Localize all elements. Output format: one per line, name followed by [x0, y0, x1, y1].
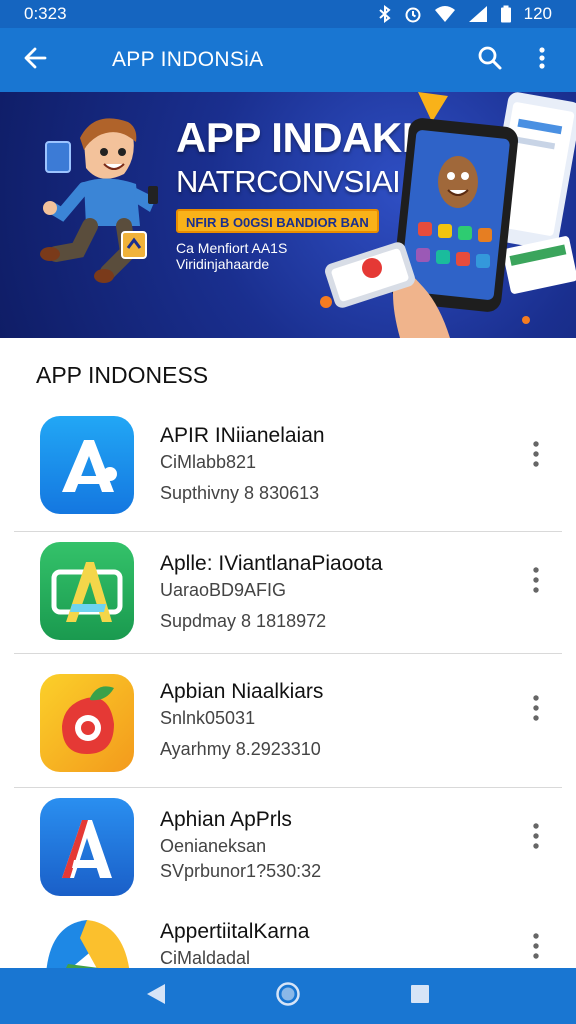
signal-icon: [468, 5, 488, 23]
app-menu-button[interactable]: [518, 816, 554, 860]
app-meta: Ayarhmy 8.2923310: [160, 739, 321, 759]
wifi-icon: [434, 5, 456, 23]
app-a-blue-icon: [40, 416, 134, 514]
more-vert-icon: [532, 566, 540, 599]
app-fruit-icon: [40, 674, 134, 772]
app-menu-button[interactable]: [518, 560, 554, 604]
status-time: 0:323: [24, 4, 67, 23]
app-developer: Oenianeksan: [160, 836, 267, 856]
app-developer: CiMlabb821: [160, 452, 257, 472]
battery-icon: [500, 5, 512, 23]
status-icons: 120: [378, 4, 552, 24]
app-menu-button[interactable]: [518, 688, 554, 732]
back-button[interactable]: [4, 28, 68, 92]
nav-recents-button[interactable]: [390, 968, 450, 1024]
phones-illustration-icon: [320, 92, 576, 338]
banner-caption-1: Ca Menfiort AA1S: [176, 240, 288, 256]
alarm-icon: [404, 5, 422, 23]
app-info: Apbian Niaalkiars Snlnk05031 Ayarhmy 8.2…: [160, 680, 323, 760]
app-info: APIR INiianelaian CiMlabb821 Supthivny 8…: [160, 424, 325, 504]
page-title: APP INDONSiA: [112, 48, 264, 71]
mascot-illustration-icon: [24, 102, 174, 297]
battery-text: 120: [523, 4, 552, 23]
app-menu-button[interactable]: [518, 434, 554, 478]
app-name: Aphian ApPrls: [160, 808, 292, 831]
promo-banner[interactable]: APP INDAKIA NATRCONVSIAI NFIR B O0GSI BA…: [0, 92, 576, 338]
more-vert-icon: [532, 932, 540, 965]
app-meta: SVprbunor1?530:32: [160, 861, 322, 881]
list-item[interactable]: Apbian Niaalkiars Snlnk05031 Ayarhmy 8.2…: [0, 654, 576, 782]
more-vert-icon: [532, 694, 540, 727]
search-button[interactable]: [464, 28, 516, 92]
more-vert-icon: [532, 822, 540, 855]
banner-caption-2: Viridinjahaarde: [176, 256, 270, 272]
app-bar: APP INDONSiA: [0, 28, 576, 92]
app-developer: Snlnk05031: [160, 708, 256, 728]
app-a-green-icon: [40, 542, 134, 640]
nav-back-icon: [145, 982, 167, 1011]
app-info: Aphian ApPrls Oenianeksan SVprbunor1?530…: [160, 808, 321, 882]
more-vert-icon: [538, 46, 546, 75]
app-drive-icon: [40, 914, 134, 968]
app-a-colorful-icon: [40, 798, 134, 896]
app-meta: Supdmay 8 1818972: [160, 611, 327, 631]
status-bar: 0:323 120: [0, 0, 576, 28]
bluetooth-icon: [378, 5, 392, 23]
app-info: Aplle: IViantlanaPiaoota UaraoBD9AFIG Su…: [160, 552, 383, 632]
arrow-back-icon: [23, 45, 49, 76]
nav-home-button[interactable]: [258, 968, 318, 1024]
nav-back-button[interactable]: [126, 968, 186, 1024]
app-name: APIR INiianelaian: [160, 424, 325, 447]
nav-home-icon: [275, 981, 301, 1012]
overflow-menu-button[interactable]: [516, 28, 568, 92]
app-name: Aplle: IViantlanaPiaoota: [160, 552, 383, 575]
system-nav-bar: [0, 968, 576, 1024]
app-name: Apbian Niaalkiars: [160, 680, 324, 703]
app-info: AppertiitalKarna CiMaldadal: [160, 920, 309, 968]
app-meta: Supthivny 8 830613: [160, 483, 320, 503]
list-item[interactable]: AppertiitalKarna CiMaldadal: [0, 908, 576, 968]
app-developer: CiMaldadal: [160, 948, 251, 968]
section-heading: APP INDONESS: [36, 362, 209, 388]
list-item[interactable]: APIR INiianelaian CiMlabb821 Supthivny 8…: [0, 400, 576, 528]
nav-recents-icon: [409, 983, 431, 1010]
more-vert-icon: [532, 440, 540, 473]
app-menu-button[interactable]: [518, 926, 554, 968]
list-item[interactable]: Aphian ApPrls Oenianeksan SVprbunor1?530…: [0, 788, 576, 916]
search-icon: [477, 45, 503, 76]
app-developer: UaraoBD9AFIG: [160, 580, 287, 600]
list-item[interactable]: Aplle: IViantlanaPiaoota UaraoBD9AFIG Su…: [0, 532, 576, 660]
app-name: AppertiitalKarna: [160, 920, 310, 943]
